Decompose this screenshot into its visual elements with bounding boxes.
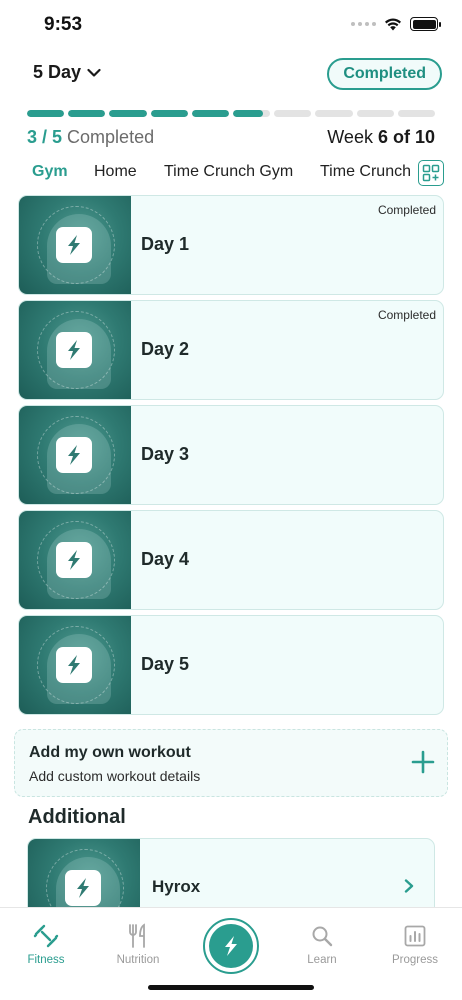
brand-logo-icon <box>56 647 92 683</box>
signal-icon <box>351 22 376 26</box>
plan-selector[interactable]: 5 Day <box>33 62 101 83</box>
workout-thumbnail <box>19 301 131 399</box>
day-label: Day 1 <box>141 234 190 254</box>
nav-progress[interactable]: Progress <box>375 922 455 966</box>
status-bar: 9:53 <box>0 0 462 50</box>
progress-segment <box>356 110 394 117</box>
day-status: Completed <box>377 203 436 217</box>
chevron-down-icon <box>87 68 101 77</box>
day-card-3[interactable]: Day 3 <box>18 405 444 505</box>
grid-add-icon <box>422 164 440 182</box>
completed-count-value: 3 / 5 <box>27 127 63 147</box>
nav-label: Progress <box>391 954 439 966</box>
chevron-right-icon <box>404 879 414 893</box>
progress-segment <box>233 110 271 117</box>
workout-thumbnail <box>19 511 131 609</box>
brand-logo-icon <box>56 332 92 368</box>
day-card-4[interactable]: Day 4 <box>18 510 444 610</box>
additional-item-label: Hyrox <box>152 877 201 896</box>
tab-home[interactable]: Home <box>94 163 137 181</box>
wifi-icon <box>385 18 401 31</box>
day-card-1[interactable]: Day 1 Completed <box>18 195 444 295</box>
battery-icon <box>410 17 441 31</box>
progress-segment <box>274 110 312 117</box>
brand-logo-icon <box>56 542 92 578</box>
day-card-2[interactable]: Day 2 Completed <box>18 300 444 400</box>
tab-time-crunch-gym[interactable]: Time Crunch Gym <box>164 163 293 181</box>
tab-gym[interactable]: Gym <box>32 163 68 181</box>
status-icons <box>351 17 441 31</box>
progress-segment <box>68 110 106 117</box>
week-indicator: Week 6 of 10 <box>327 127 435 148</box>
nav-label: Fitness <box>27 954 65 966</box>
day-label: Day 2 <box>141 339 190 359</box>
program-progress-bar <box>27 110 436 117</box>
progress-segment <box>27 110 65 117</box>
search-icon <box>312 926 333 947</box>
add-workout-subtitle: Add custom workout details <box>29 768 201 784</box>
completed-count-label: Completed <box>67 127 155 147</box>
additional-section-title: Additional <box>28 806 126 828</box>
workout-thumbnail <box>19 196 131 294</box>
home-indicator <box>148 985 314 990</box>
status-time: 9:53 <box>44 14 83 35</box>
day-label: Day 5 <box>141 654 190 674</box>
progress-segment <box>109 110 147 117</box>
nav-fitness[interactable]: Fitness <box>6 922 86 966</box>
program-summary: 3 / 5 Completed Week 6 of 10 <box>27 127 435 149</box>
day-status: Completed <box>377 308 436 322</box>
nav-nutrition[interactable]: Nutrition <box>98 922 178 966</box>
plus-icon <box>411 750 435 774</box>
chart-icon <box>404 925 426 947</box>
day-label: Day 3 <box>141 444 190 464</box>
day-card-5[interactable]: Day 5 <box>18 615 444 715</box>
plan-label: 5 Day <box>33 62 82 82</box>
progress-segment <box>150 110 188 117</box>
day-label: Day 4 <box>141 549 190 569</box>
completed-status-button[interactable]: Completed <box>327 58 442 90</box>
brand-logo-icon <box>56 437 92 473</box>
center-action-button[interactable] <box>203 918 259 974</box>
progress-segment <box>191 110 230 117</box>
progress-segment <box>397 110 436 117</box>
brand-logo-icon <box>56 227 92 263</box>
week-value: 6 of 10 <box>377 127 435 147</box>
utensils-icon <box>129 923 145 948</box>
workout-thumbnail <box>19 616 131 714</box>
completed-count: 3 / 5 Completed <box>27 127 154 148</box>
add-own-workout-button[interactable]: Add my own workout Add custom workout de… <box>14 729 448 797</box>
header: 5 Day Completed <box>0 58 462 92</box>
nav-label: Nutrition <box>116 954 160 966</box>
week-prefix: Week <box>327 127 373 147</box>
nav-learn[interactable]: Learn <box>282 922 362 966</box>
dumbbell-icon <box>33 924 59 948</box>
nav-label: Learn <box>307 954 337 966</box>
tab-time-crunch[interactable]: Time Crunch <box>320 163 411 181</box>
brand-logo-icon <box>225 936 237 956</box>
tabs-grid-button[interactable] <box>418 160 444 186</box>
progress-segment <box>315 110 353 117</box>
brand-logo-icon <box>65 870 101 906</box>
workout-type-tabs: Gym Home Time Crunch Gym Time Crunch <box>0 160 462 186</box>
add-workout-title: Add my own workout <box>29 744 191 761</box>
workout-thumbnail <box>19 406 131 504</box>
